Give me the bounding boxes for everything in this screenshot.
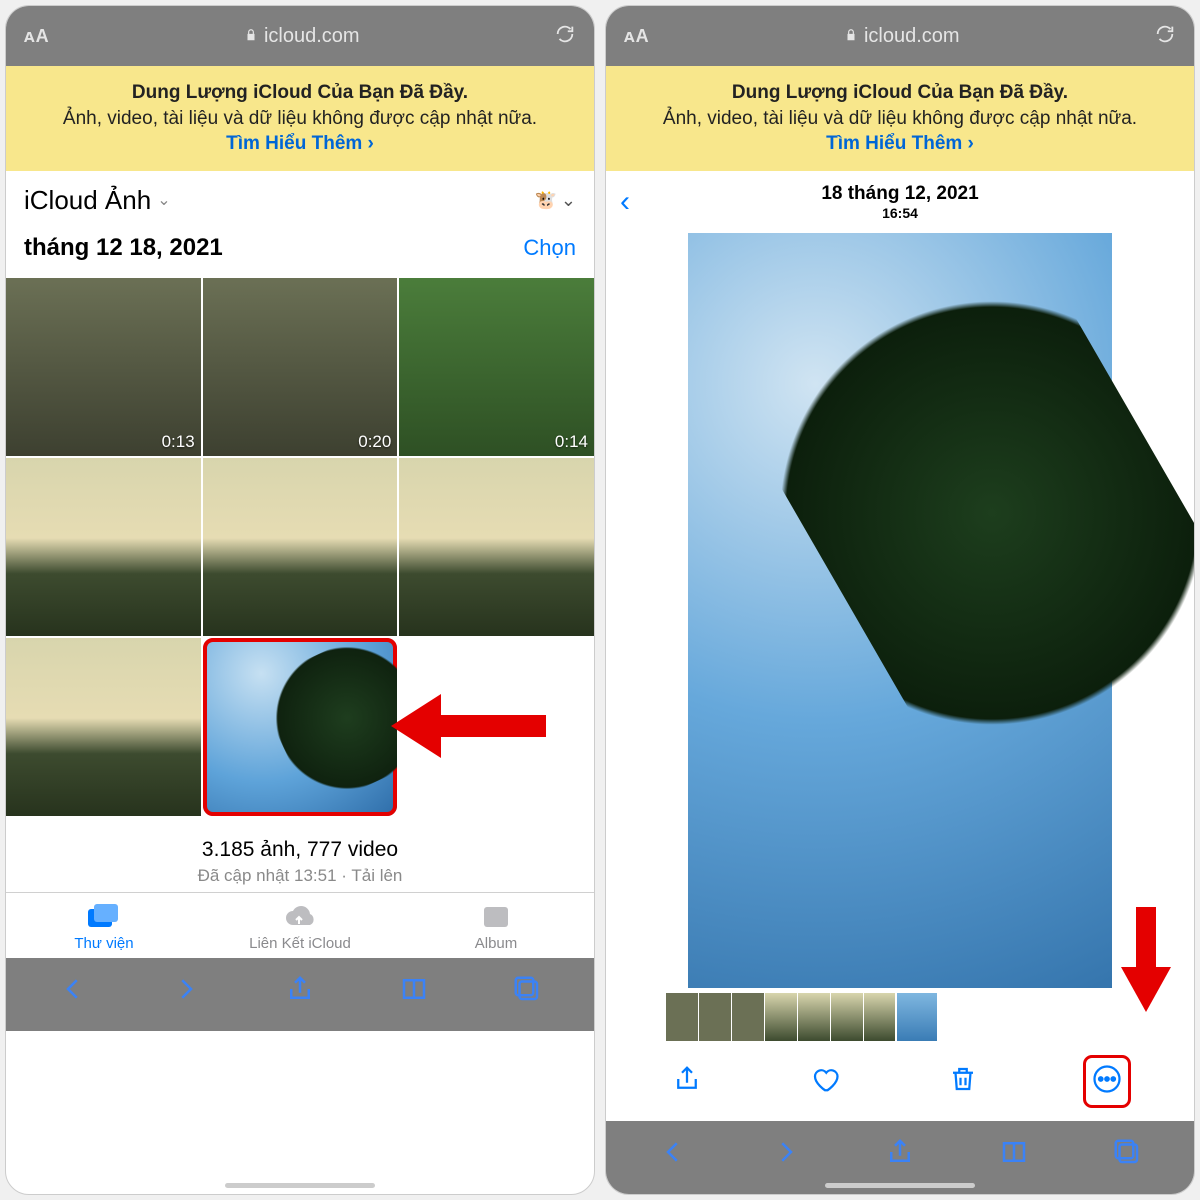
share-button[interactable] bbox=[672, 1064, 702, 1099]
account-avatar: 🐮 bbox=[534, 190, 556, 211]
library-icon bbox=[87, 903, 121, 931]
footer-upload-link[interactable]: Tải lên bbox=[351, 866, 402, 885]
photo-viewer[interactable] bbox=[606, 233, 1194, 988]
detail-date: 18 tháng 12, 2021 bbox=[821, 183, 978, 205]
storage-full-banner: Dung Lượng iCloud Của Bạn Đã Đầy. Ảnh, v… bbox=[606, 66, 1194, 171]
forward-button[interactable] bbox=[171, 974, 201, 1009]
tab-links[interactable]: Liên Kết iCloud bbox=[202, 903, 398, 952]
grid-item[interactable]: 0:13 bbox=[6, 278, 201, 456]
tabs-button[interactable] bbox=[512, 974, 542, 1009]
chevron-down-icon: ⌄ bbox=[157, 190, 170, 210]
url-display[interactable]: icloud.com bbox=[650, 25, 1154, 48]
url-text: icloud.com bbox=[864, 25, 960, 48]
bookmarks-button[interactable] bbox=[399, 974, 429, 1009]
filmstrip-thumb[interactable] bbox=[699, 993, 731, 1041]
photo-content bbox=[688, 233, 1111, 988]
bookmarks-button[interactable] bbox=[999, 1137, 1029, 1172]
tab-label: Liên Kết iCloud bbox=[249, 935, 351, 952]
footer-updated: Đã cập nhật 13:51 bbox=[198, 866, 337, 885]
reload-button[interactable] bbox=[1154, 23, 1176, 50]
detail-header: ‹ 18 tháng 12, 2021 16:54 bbox=[606, 171, 1194, 233]
url-text: icloud.com bbox=[264, 25, 360, 48]
account-menu[interactable]: 🐮 ⌄ bbox=[534, 190, 576, 211]
home-indicator bbox=[225, 1183, 375, 1188]
footer-count: 3.185 ảnh, 777 video bbox=[6, 838, 594, 862]
tab-label: Album bbox=[475, 935, 518, 952]
more-button[interactable] bbox=[1086, 1058, 1128, 1105]
cloud-link-icon bbox=[283, 903, 317, 931]
storage-full-banner: Dung Lượng iCloud Của Bạn Đã Đầy. Ảnh, v… bbox=[6, 66, 594, 171]
learn-more-link[interactable]: Tìm Hiểu Thêm › bbox=[826, 133, 974, 154]
filmstrip-thumb[interactable] bbox=[798, 993, 830, 1041]
grid-item[interactable] bbox=[6, 458, 201, 636]
back-button[interactable] bbox=[58, 974, 88, 1009]
tab-label: Thư viện bbox=[74, 935, 133, 952]
delete-button[interactable] bbox=[948, 1064, 978, 1099]
phone-left-library: ᴀA icloud.com Dung Lượng iCloud Của Bạn … bbox=[5, 5, 595, 1195]
grid-item[interactable] bbox=[203, 458, 398, 636]
reload-button[interactable] bbox=[554, 23, 576, 50]
grid-item[interactable] bbox=[6, 638, 201, 816]
detail-time: 16:54 bbox=[821, 205, 978, 221]
filmstrip-thumb-selected[interactable] bbox=[897, 993, 937, 1041]
filmstrip-thumb[interactable] bbox=[765, 993, 797, 1041]
filmstrip-thumb[interactable] bbox=[732, 993, 764, 1041]
date-label: tháng 12 18, 2021 bbox=[24, 234, 523, 262]
video-duration: 0:13 bbox=[162, 432, 195, 452]
share-button[interactable] bbox=[885, 1137, 915, 1172]
filmstrip-thumb[interactable] bbox=[864, 993, 896, 1041]
footer-sub: Đã cập nhật 13:51 · Tải lên bbox=[6, 866, 594, 886]
photo-grid: 0:13 0:20 0:14 bbox=[6, 278, 594, 816]
phone-right-detail: ᴀA icloud.com Dung Lượng iCloud Của Bạn … bbox=[605, 5, 1195, 1195]
filmstrip-thumb[interactable] bbox=[666, 993, 698, 1041]
learn-more-link[interactable]: Tìm Hiểu Thêm › bbox=[226, 133, 374, 154]
text-size-button[interactable]: ᴀA bbox=[624, 26, 650, 47]
select-button[interactable]: Chọn bbox=[523, 235, 576, 261]
share-button[interactable] bbox=[285, 974, 315, 1009]
library-footer: 3.185 ảnh, 777 video Đã cập nhật 13:51 ·… bbox=[6, 816, 594, 892]
filmstrip[interactable] bbox=[606, 988, 1194, 1042]
bottom-tab-bar: Thư viện Liên Kết iCloud Album bbox=[6, 892, 594, 958]
text-size-button[interactable]: ᴀA bbox=[24, 26, 50, 47]
grid-item[interactable] bbox=[399, 458, 594, 636]
grid-item-empty bbox=[399, 638, 594, 816]
safari-address-bar: ᴀA icloud.com bbox=[606, 6, 1194, 66]
url-display[interactable]: icloud.com bbox=[50, 25, 554, 48]
forward-button[interactable] bbox=[771, 1137, 801, 1172]
chevron-down-icon: ⌄ bbox=[561, 190, 576, 211]
photo-toolbar bbox=[606, 1042, 1194, 1121]
favorite-button[interactable] bbox=[810, 1064, 840, 1099]
grid-item[interactable]: 0:20 bbox=[203, 278, 398, 456]
lock-icon bbox=[244, 25, 258, 48]
banner-body: Ảnh, video, tài liệu và dữ liệu không đư… bbox=[63, 108, 537, 129]
back-button[interactable] bbox=[658, 1137, 688, 1172]
grid-item[interactable]: 0:14 bbox=[399, 278, 594, 456]
album-icon bbox=[479, 903, 513, 931]
tabs-button[interactable] bbox=[1112, 1137, 1142, 1172]
tab-library[interactable]: Thư viện bbox=[6, 903, 202, 952]
library-title: iCloud Ảnh bbox=[24, 185, 151, 216]
banner-title: Dung Lượng iCloud Của Bạn Đã Đầy. bbox=[732, 82, 1068, 103]
lock-icon bbox=[844, 25, 858, 48]
library-header[interactable]: iCloud Ảnh ⌄ 🐮 ⌄ bbox=[6, 171, 594, 224]
home-indicator bbox=[825, 1183, 975, 1188]
banner-title: Dung Lượng iCloud Của Bạn Đã Đầy. bbox=[132, 82, 468, 103]
video-duration: 0:20 bbox=[358, 432, 391, 452]
date-row: tháng 12 18, 2021 Chọn bbox=[6, 224, 594, 278]
filmstrip-thumb[interactable] bbox=[831, 993, 863, 1041]
banner-body: Ảnh, video, tài liệu và dữ liệu không đư… bbox=[663, 108, 1137, 129]
safari-address-bar: ᴀA icloud.com bbox=[6, 6, 594, 66]
video-duration: 0:14 bbox=[555, 432, 588, 452]
grid-item-selected[interactable] bbox=[203, 638, 398, 816]
back-chevron[interactable]: ‹ bbox=[620, 185, 630, 219]
tab-album[interactable]: Album bbox=[398, 903, 594, 952]
safari-toolbar bbox=[6, 958, 594, 1031]
